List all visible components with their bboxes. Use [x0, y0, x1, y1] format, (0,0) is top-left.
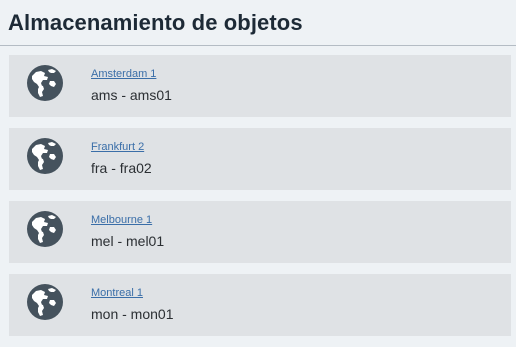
region-code: ams - ams01	[91, 87, 172, 103]
region-code: fra - fra02	[91, 160, 152, 176]
region-link[interactable]: Montreal 1	[91, 287, 143, 300]
region-link[interactable]: Frankfurt 2	[91, 141, 144, 154]
title-divider	[0, 45, 516, 46]
region-code: mon - mon01	[91, 306, 174, 322]
region-link[interactable]: Amsterdam 1	[91, 68, 156, 81]
region-card: Melbourne 1 mel - mel01	[9, 201, 511, 263]
region-card: Frankfurt 2 fra - fra02	[9, 128, 511, 190]
globe-icon	[27, 211, 63, 247]
page-title: Almacenamiento de objetos	[8, 10, 303, 35]
globe-icon	[27, 284, 63, 320]
region-list: Amsterdam 1 ams - ams01 Frankfurt 2 fra …	[9, 55, 511, 347]
region-card: Amsterdam 1 ams - ams01	[9, 55, 511, 117]
region-link[interactable]: Melbourne 1	[91, 214, 152, 227]
region-code: mel - mel01	[91, 233, 165, 249]
region-card: Montreal 1 mon - mon01	[9, 274, 511, 336]
globe-icon	[27, 138, 63, 174]
globe-icon	[27, 65, 63, 101]
